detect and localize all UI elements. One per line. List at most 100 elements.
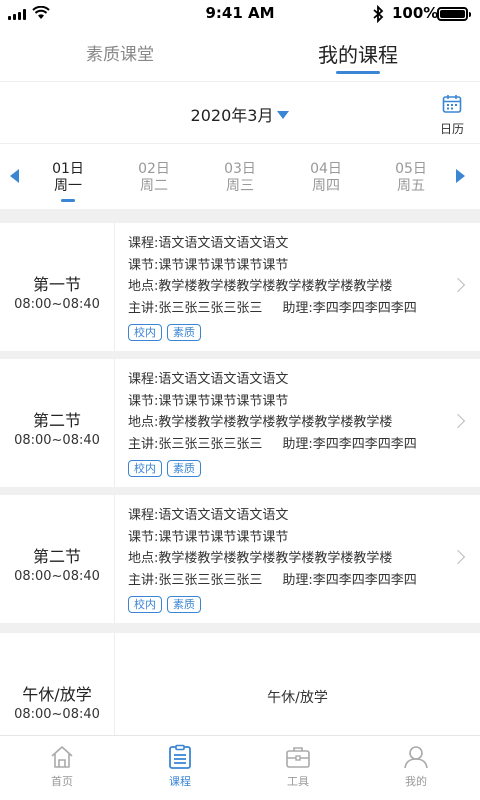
course-tags: 校内 素质: [128, 322, 453, 344]
week-selector: 01日 周一 02日 周二 03日 周三 04日 周四 05日 周五: [0, 145, 480, 209]
course-info: 课程:语文语文语文语文语文 课节:课节课节课节课节课节 地点:教学楼教学楼教学楼…: [128, 505, 453, 616]
day-weekday: 周四: [312, 178, 340, 194]
course-period: 第一节: [32, 275, 81, 294]
nav-mine[interactable]: 我的: [376, 744, 456, 789]
course-assistant: 助理:李四李四李四李四: [282, 572, 417, 588]
home-icon: [51, 746, 73, 768]
break-label: 午休/放学: [267, 690, 328, 706]
day-item[interactable]: 05日 周五: [376, 161, 446, 195]
course-list-icon: [169, 744, 191, 769]
nav-tools[interactable]: 工具: [258, 744, 338, 789]
course-name: 课程:语文语文语文语文语文: [128, 236, 289, 251]
month-label: 2020年3月: [190, 106, 274, 125]
course-info: 课程:语文语文语文语文语文 课节:课节课节课节课节课节 地点:教学楼教学楼教学楼…: [128, 233, 453, 344]
tag-badge: 校内: [128, 596, 162, 613]
course-assistant: 助理:李四李四李四李四: [282, 436, 417, 452]
user-icon: [404, 746, 428, 769]
next-week-arrow-icon[interactable]: [456, 169, 465, 183]
course-location: 地点:教学楼教学楼教学楼教学楼教学楼教学楼: [128, 551, 393, 566]
tag-badge: 校内: [128, 460, 162, 477]
bluetooth-icon: [373, 5, 384, 23]
day-item[interactable]: 03日 周三: [205, 161, 275, 195]
prev-week-arrow-icon[interactable]: [10, 169, 19, 183]
tab-my-courses-label: 我的课程: [318, 43, 398, 67]
day-weekday: 周二: [140, 178, 168, 194]
tag-badge: 素质: [167, 324, 201, 341]
course-staff: 主讲:张三张三张三张三 助理:李四李四李四李四: [128, 570, 453, 592]
tag-badge: 素质: [167, 596, 201, 613]
active-day-indicator: [61, 199, 75, 202]
top-tabs: 素质课堂 我的课程: [0, 28, 480, 82]
section-divider: [0, 209, 480, 223]
course-section: 课节:课节课节课节课节课节: [128, 257, 289, 273]
course-lecturer: 主讲:张三张三张三张三: [128, 436, 263, 452]
day-date: 04日: [310, 161, 342, 177]
toolbox-icon: [286, 747, 310, 768]
day-date: 01日: [52, 161, 84, 177]
nav-course-label: 课程: [169, 775, 191, 788]
calendar-label: 日历: [439, 122, 464, 136]
course-card[interactable]: 第一节 08:00~08:40 课程:语文语文语文语文语文 课节:课节课节课节课…: [0, 223, 480, 351]
course-name: 课程:语文语文语文语文语文: [128, 508, 289, 523]
nav-home[interactable]: 首页: [22, 744, 102, 789]
month-dropdown[interactable]: 2020年3月: [180, 102, 300, 126]
day-weekday: 周三: [226, 178, 254, 194]
day-weekday: 周五: [397, 178, 425, 194]
chevron-right-icon: [450, 277, 466, 293]
course-section: 课节:课节课节课节课节课节: [128, 393, 289, 409]
chevron-right-icon: [450, 413, 466, 429]
day-item[interactable]: 04日 周四: [291, 161, 361, 195]
day-date: 03日: [224, 161, 256, 177]
day-date: 02日: [138, 161, 170, 177]
section-divider: [0, 623, 480, 633]
course-staff: 主讲:张三张三张三张三 助理:李四李四李四李四: [128, 434, 453, 456]
day-weekday: 周一: [54, 178, 82, 194]
chevron-right-icon: [450, 549, 466, 565]
tab-my-courses[interactable]: 我的课程: [298, 28, 418, 82]
tag-badge: 素质: [167, 460, 201, 477]
dropdown-triangle-icon: [277, 111, 290, 119]
battery-percent: 100%: [392, 4, 439, 22]
course-lecturer: 主讲:张三张三张三张三: [128, 300, 263, 316]
course-time: 08:00~08:40: [14, 569, 100, 584]
course-lecturer: 主讲:张三张三张三张三: [128, 572, 263, 588]
course-period-column: 第二节 08:00~08:40: [0, 359, 115, 487]
course-card[interactable]: 第二节 08:00~08:40 课程:语文语文语文语文语文 课节:课节课节课节课…: [0, 359, 480, 487]
break-period: 午休/放学: [22, 685, 92, 704]
nav-tools-label: 工具: [287, 775, 309, 788]
calendar-icon: [442, 95, 462, 113]
course-assistant: 助理:李四李四李四李四: [282, 300, 417, 316]
day-item[interactable]: 02日 周二: [119, 161, 189, 195]
day-item[interactable]: 01日 周一: [33, 161, 103, 202]
course-card[interactable]: 第二节 08:00~08:40 课程:语文语文语文语文语文 课节:课节课节课节课…: [0, 495, 480, 623]
course-section: 课节:课节课节课节课节课节: [128, 529, 289, 545]
calendar-button[interactable]: 日历: [436, 94, 468, 137]
course-location: 地点:教学楼教学楼教学楼教学楼教学楼教学楼: [128, 415, 393, 430]
month-selector-row: 2020年3月 日历: [0, 82, 480, 144]
bottom-nav: 首页 课程 工具 我的: [0, 735, 480, 800]
status-bar: 9:41 AM 100%: [0, 0, 480, 28]
course-time: 08:00~08:40: [14, 433, 100, 448]
course-period-column: 第一节 08:00~08:40: [0, 223, 115, 351]
course-period-column: 第二节 08:00~08:40: [0, 495, 115, 623]
course-time: 08:00~08:40: [14, 297, 100, 312]
course-location: 地点:教学楼教学楼教学楼教学楼教学楼教学楼: [128, 279, 393, 294]
tag-badge: 校内: [128, 324, 162, 341]
card-divider: [0, 487, 480, 495]
course-tags: 校内 素质: [128, 458, 453, 480]
break-period-column: 午休/放学 08:00~08:40: [0, 633, 115, 735]
break-row: 午休/放学 08:00~08:40 午休/放学: [0, 633, 480, 735]
nav-course[interactable]: 课程: [140, 744, 220, 789]
nav-mine-label: 我的: [405, 775, 427, 788]
course-name: 课程:语文语文语文语文语文: [128, 372, 289, 387]
day-date: 05日: [395, 161, 427, 177]
tab-quality-class[interactable]: 素质课堂: [60, 28, 180, 82]
battery-icon: [437, 7, 471, 21]
break-time: 08:00~08:40: [14, 707, 100, 722]
course-info: 课程:语文语文语文语文语文 课节:课节课节课节课节课节 地点:教学楼教学楼教学楼…: [128, 369, 453, 480]
course-tags: 校内 素质: [128, 594, 453, 616]
card-divider: [0, 351, 480, 359]
course-staff: 主讲:张三张三张三张三 助理:李四李四李四李四: [128, 298, 453, 320]
course-period: 第二节: [32, 411, 81, 430]
course-period: 第二节: [32, 547, 81, 566]
